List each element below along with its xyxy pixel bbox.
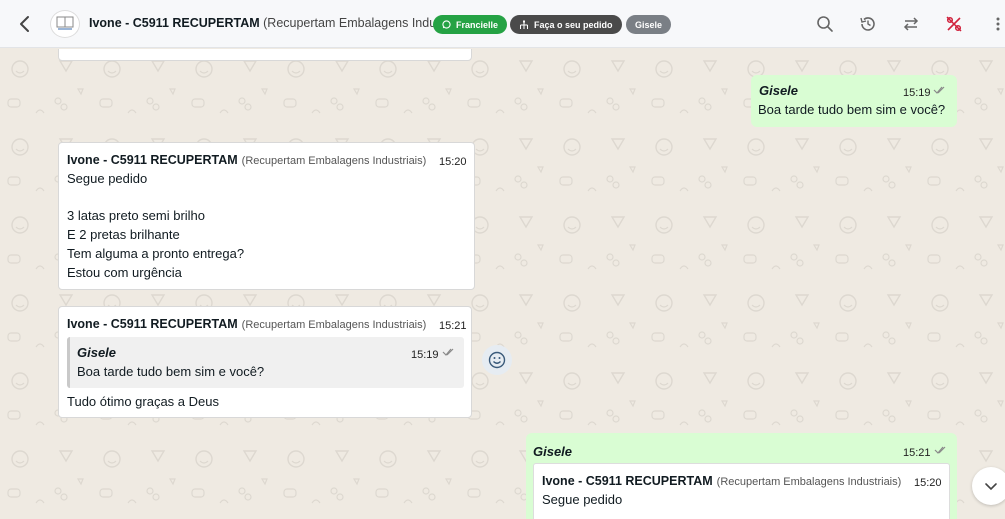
double-check-icon <box>934 446 946 454</box>
quoted-message[interactable]: Gisele 15:19 Boa tarde tudo bem sim e vo… <box>67 337 464 388</box>
message-bubble-incoming-reply[interactable]: Ivone - C5911 RECUPERTAM (Recupertam Emba… <box>58 306 472 418</box>
quoted-time: 15:19 <box>411 349 439 361</box>
search-icon[interactable] <box>815 14 835 34</box>
history-icon[interactable] <box>858 14 878 34</box>
message-sender: Gisele <box>533 444 573 459</box>
quoted-text: Segue pedido <box>542 492 623 507</box>
sender-name: Ivone - C5911 RECUPERTAM <box>67 317 238 331</box>
reaction-button[interactable] <box>482 345 512 375</box>
quoted-sender: Gisele <box>77 345 117 360</box>
message-text: Tudo ótimo graças a Deus <box>67 394 219 409</box>
quoted-time: 15:20 <box>914 477 942 489</box>
order-tag[interactable]: Faça o seu pedido <box>510 15 622 34</box>
chat-area[interactable]: Gisele 15:19 Boa tarde tudo bem sim e vo… <box>0 49 1005 519</box>
percent-icon[interactable] <box>944 14 964 34</box>
double-check-icon <box>933 86 945 94</box>
message-text-line: Segue pedido <box>67 171 148 186</box>
message-text: Boa tarde tudo bem sim e você? <box>758 102 946 117</box>
sender-name: Ivone - C5911 RECUPERTAM <box>67 153 238 167</box>
user-tag[interactable]: Gisele <box>626 15 672 34</box>
sender-org: (Recupertam Embalagens Industriais) <box>716 476 902 488</box>
message-text-line: Estou com urgência <box>67 265 182 280</box>
double-check-icon <box>442 348 454 356</box>
message-bubble-incoming[interactable]: Ivone - C5911 RECUPERTAM (Recupertam Emba… <box>58 142 475 290</box>
message-text-line: E 2 pretas brilhante <box>67 227 180 242</box>
contact-avatar[interactable] <box>50 10 80 38</box>
message-bubble-outgoing[interactable]: Gisele 15:19 Boa tarde tudo bem sim e vo… <box>751 75 957 127</box>
message-time: 15:20 <box>439 156 467 168</box>
quoted-message[interactable]: Ivone - C5911 RECUPERTAM (Recupertam Emba… <box>533 463 950 519</box>
message-sender: Ivone - C5911 RECUPERTAM (Recupertam Emba… <box>67 315 426 335</box>
chat-header: Ivone - C5911 RECUPERTAM (Recupertam Emb… <box>0 0 1005 48</box>
whatsapp-icon <box>442 20 451 29</box>
quoted-text: Boa tarde tudo bem sim e você? <box>77 364 265 379</box>
transfer-icon[interactable] <box>901 14 921 34</box>
agent-tag[interactable]: Francielle <box>433 15 508 34</box>
sender-org: (Recupertam Embalagens Industriais) <box>241 319 427 331</box>
contact-title: Ivone - C5911 RECUPERTAM (Recupertam Emb… <box>89 16 473 30</box>
message-text-line: 3 latas preto semi brilho <box>67 208 206 223</box>
agent-tag-label: Francielle <box>456 19 499 30</box>
sender-org: (Recupertam Embalagens Industriais) <box>241 155 427 167</box>
emoji-icon <box>488 351 506 369</box>
org-chart-icon <box>520 20 528 29</box>
back-arrow-icon[interactable] <box>16 14 34 34</box>
user-tag-label: Gisele <box>635 19 663 30</box>
previous-message-bubble <box>58 49 472 61</box>
contact-name: Ivone - C5911 RECUPERTAM <box>89 16 260 30</box>
message-sender: Ivone - C5911 RECUPERTAM (Recupertam Emba… <box>67 151 426 171</box>
order-tag-label: Faça o seu pedido <box>534 19 613 30</box>
quoted-sender: Ivone - C5911 RECUPERTAM (Recupertam Emba… <box>542 472 901 492</box>
scroll-down-button[interactable] <box>972 467 1005 505</box>
chevron-down-icon <box>985 483 997 491</box>
message-text-line: Tem alguma a pronto entrega? <box>67 246 245 261</box>
message-time: 15:21 <box>903 447 931 459</box>
message-time: 15:21 <box>439 320 467 332</box>
more-icon[interactable] <box>990 14 1000 34</box>
message-bubble-outgoing-reply[interactable]: Gisele 15:21 Ivone - C5911 RECUPERTAM (Re… <box>526 433 957 519</box>
message-sender: Gisele <box>759 83 799 98</box>
sender-name: Ivone - C5911 RECUPERTAM <box>542 474 713 488</box>
